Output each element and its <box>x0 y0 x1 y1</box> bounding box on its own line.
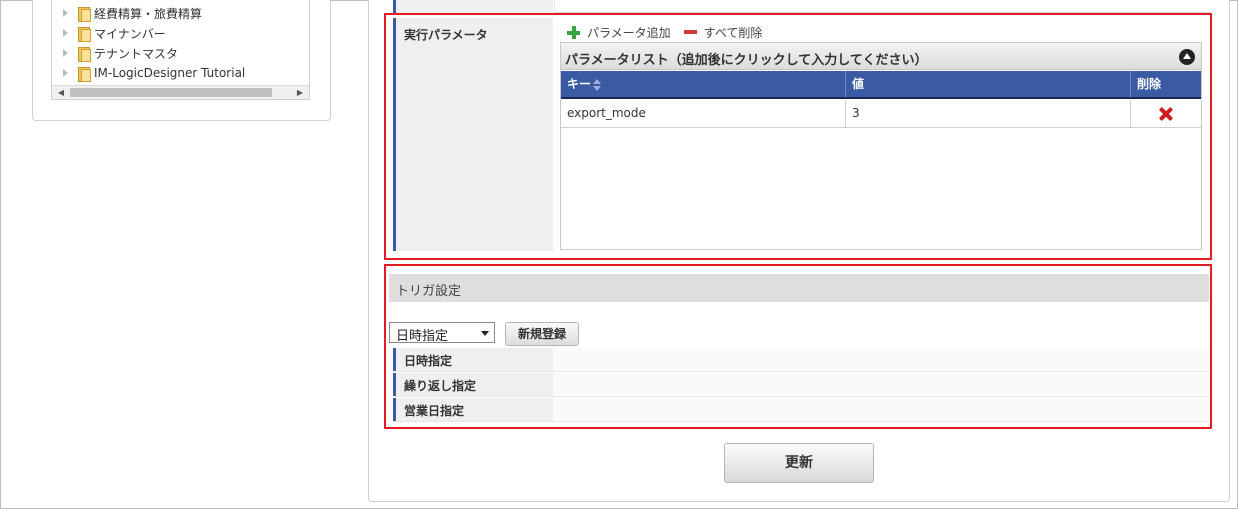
previous-row-value-cell <box>554 0 1210 13</box>
scroll-left-icon[interactable]: ◀ <box>54 86 68 99</box>
highlight-box-params <box>384 13 1212 260</box>
tree-item-label: マイナンバー <box>94 26 166 41</box>
tree-item-expense[interactable]: 経費精算・旅費精算 <box>62 4 202 22</box>
tree-item-label: テナントマスタ <box>94 46 179 61</box>
folder-icon <box>78 26 91 42</box>
previous-row-label-cell <box>393 0 553 13</box>
expand-arrow-icon[interactable] <box>62 49 70 57</box>
horizontal-scrollbar[interactable]: ◀ ▶ <box>52 85 309 99</box>
folder-icon <box>78 6 91 22</box>
folder-tree: 経費精算・旅費精算 マイナンバー テナントマスタ IM-LogicDesigne… <box>51 0 310 100</box>
scroll-right-icon[interactable]: ▶ <box>293 86 307 99</box>
scrollbar-thumb[interactable] <box>70 88 272 97</box>
folder-icon <box>78 66 91 82</box>
tree-item-logicdesigner-tutorial[interactable]: IM-LogicDesigner Tutorial <box>62 64 245 82</box>
folder-icon <box>78 46 91 62</box>
highlight-box-trigger <box>384 264 1212 429</box>
tree-item-mynumber[interactable]: マイナンバー <box>62 24 166 42</box>
tree-item-label: 経費精算・旅費精算 <box>94 6 203 21</box>
update-button[interactable]: 更新 <box>724 443 874 483</box>
expand-arrow-icon[interactable] <box>62 29 70 37</box>
tree-item-label: IM-LogicDesigner Tutorial <box>94 66 246 80</box>
previous-form-row <box>393 0 1210 13</box>
expand-arrow-icon[interactable] <box>62 9 70 17</box>
tree-item-tenant-master[interactable]: テナントマスタ <box>62 44 178 62</box>
expand-arrow-icon[interactable] <box>62 69 70 77</box>
